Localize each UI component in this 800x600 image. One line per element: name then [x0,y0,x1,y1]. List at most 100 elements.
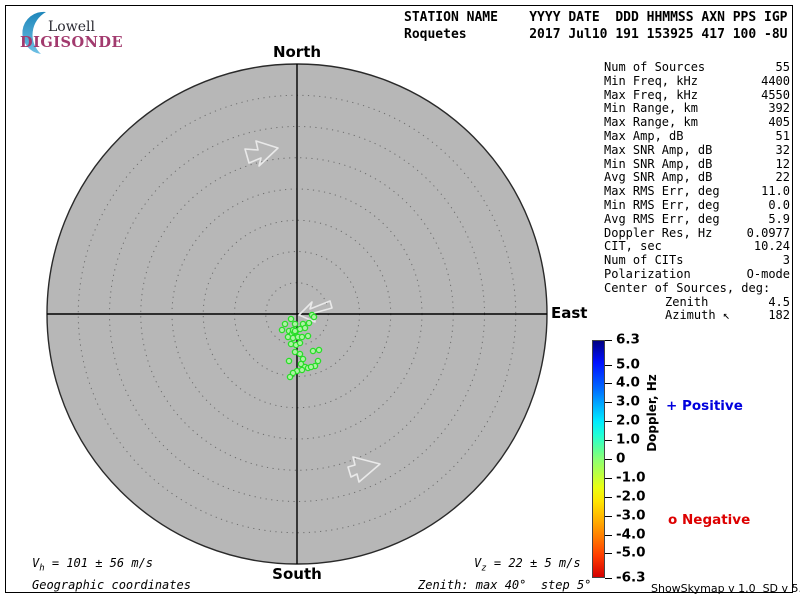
colorbar-tick [605,496,612,498]
stat-value: 4550 [761,87,790,102]
header-columns-row: STATION NAME YYYY DATE DDD HHMMSS AXN PP… [404,10,788,25]
stat-label: Num of CITs [604,253,684,268]
stat-row: Doppler Res, Hz 0.0977 [604,225,790,241]
colorbar-tick-label: -1.0 [616,469,646,486]
zenith-scale-note: Zenith: max 40° step 5° [418,578,592,592]
stat-row: CIT, sec 10.24 [604,240,790,254]
echo-source-dot [301,324,309,332]
echo-source-dot [315,346,323,354]
stat-label: Min Freq, kHz [604,73,698,88]
stat-row: Zenith 4.5 [604,294,790,310]
software-version: ShowSkymap v 1.0 SD v 5.1 [651,582,800,595]
stat-row: Max Amp, dB 51 [604,128,790,144]
circle-marker-icon: o [668,512,678,528]
legend-negative-label: Negative [681,512,751,528]
stat-value: 55 [775,60,790,74]
measurement-stats-list: Num of Sources 55 Min Freq, kHz 4400 Max Fre… [604,60,790,323]
echo-source-dot [291,320,299,328]
stat-row: Min SNR Amp, dB 12 [604,156,790,172]
colorbar-tick-label: -4.0 [616,526,646,543]
colorbar-tick-label: 1.0 [616,431,640,448]
stat-label: Min Range, km [604,101,698,116]
stat-label: Min SNR Amp, dB [604,156,713,171]
stat-row: Max RMS Err, deg 11.0 [604,184,790,199]
echo-source-dot [298,333,306,341]
echo-source-dot [314,357,322,365]
lowell-digisonde-logo: Lowell DIGISONDE [10,7,180,54]
echo-source-dot [285,357,293,365]
echo-source-dot [310,313,318,321]
stat-label: Azimuth ↖ [665,308,731,323]
stat-value: 11.0 [761,184,790,199]
colorbar-tick [605,534,612,536]
colorbar-tick [605,459,612,460]
plus-marker-icon: + [666,398,678,414]
stat-label: Doppler Res, Hz [604,225,713,240]
stat-value: 10.24 [753,239,790,254]
echo-source-dot [287,315,295,323]
stat-value: 4.5 [768,294,790,309]
stat-label: Max SNR Amp, dB [604,142,713,157]
header-table: STATION NAME YYYY DATE DDD HHMMSS AXN PP… [404,9,788,43]
colorbar-tick [605,383,612,385]
stat-label: Avg RMS Err, deg [604,211,720,226]
stat-value: 51 [775,128,790,143]
stat-row: Polarization O-mode [604,266,790,282]
colorbar-tick [605,515,612,517]
stat-value: 0.0977 [746,225,790,240]
stat-row: Max SNR Amp, dB 32 [604,142,790,158]
legend-positive-label: Positive [682,398,743,414]
skymap-polar-plot [46,63,548,565]
stat-label: Center of Sources, deg: [604,280,771,295]
colorbar-tick-label: 2.0 [616,412,640,429]
colorbar-tick [605,553,612,555]
stat-value: 12 [775,156,790,171]
colorbar-tick-label: 3.0 [616,394,640,411]
stat-value: 0.0 [768,197,790,212]
stat-value: 32 [775,142,790,157]
echo-source-dot [305,319,313,327]
stat-label: Max RMS Err, deg [604,184,720,199]
echo-source-dot [278,326,286,334]
vertical-velocity-value: Vz = 22 ± 5 m/s [474,556,581,574]
echo-source-dot [307,363,315,371]
colorbar-tick-label: -6.3 [616,569,646,586]
echo-source-dot [298,366,306,374]
echo-source-dot [309,347,317,355]
stat-row: Avg SNR Amp, dB 22 [604,171,790,185]
stat-row: Max Freq, kHz 4550 [604,87,790,103]
colorbar-tick-label: -5.0 [616,545,646,562]
colorbar-tick [605,477,612,479]
stat-value: O-mode [746,266,790,281]
stat-row: Num of CITs 3 [604,253,790,268]
echo-source-dot [291,327,299,335]
echo-source-dot [289,334,297,342]
stat-value: 392 [768,101,790,116]
header-values-row: Roquetes 2017 Jul10 191 153925 417 100 -… [404,27,788,42]
stat-label: Num of Sources [604,60,706,74]
showskymap-window: Lowell DIGISONDE STATION NAME YYYY DATE … [0,0,800,600]
colorbar-tick [605,421,612,423]
compass-east-label: East [551,304,588,322]
echo-source-dot [286,373,294,381]
echo-source-dot [304,332,312,340]
colorbar-tick [605,440,612,442]
stat-value: 5.9 [768,211,790,226]
echo-source-dot [281,320,289,328]
stat-label: Avg SNR Amp, dB [604,170,713,185]
stat-row: Azimuth ↖ 182 [604,309,790,323]
stat-row: Min RMS Err, deg 0.0 [604,197,790,213]
echo-source-dot [296,350,304,358]
stat-value: 182 [768,308,790,323]
stat-label: Min RMS Err, deg [604,197,720,212]
colorbar-tick-label: -3.0 [616,507,646,524]
colorbar-tick [605,578,612,579]
stat-label: CIT, sec [604,239,662,254]
stat-value: 3 [782,253,790,268]
colorbar-tick-label: 0 [616,450,626,467]
stat-label: Max Amp, dB [604,128,684,143]
logo-digisonde-text: DIGISONDE [20,34,124,51]
legend-positive: + Positive [666,398,743,414]
echo-source-dot [287,340,295,348]
colorbar-axis-label: Doppler, Hz [645,374,659,452]
